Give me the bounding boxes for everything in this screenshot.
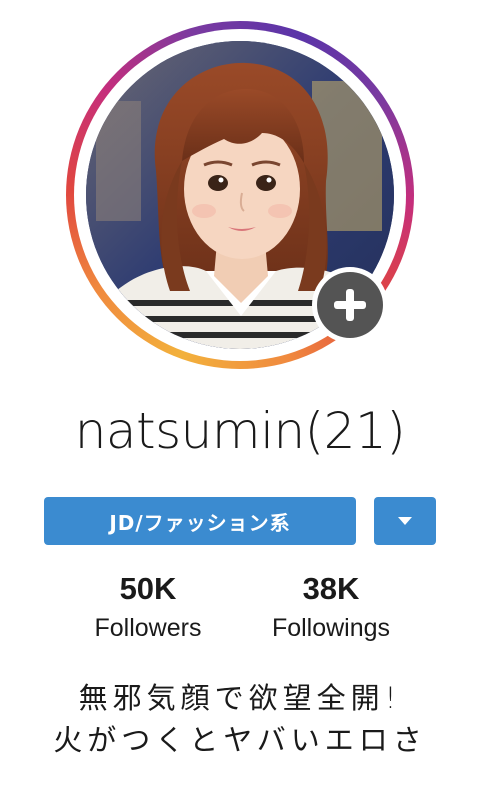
username: natsumin(21): [74, 402, 406, 460]
avatar[interactable]: [66, 21, 414, 369]
plus-icon: [334, 289, 366, 321]
followers-count: 50K: [119, 571, 177, 606]
dropdown-button[interactable]: [374, 497, 436, 545]
followings-label: Followings: [271, 614, 391, 643]
followings-stat[interactable]: 38K Followings: [241, 570, 421, 643]
followings-count: 38K: [302, 571, 360, 606]
category-button[interactable]: JD/ファッション系: [44, 497, 356, 545]
followers-label: Followers: [94, 614, 202, 643]
bio-line: 無邪気顔で欲望全開!: [78, 681, 402, 715]
followers-stat[interactable]: 50K Followers: [58, 570, 238, 643]
bio: 無邪気顔で欲望全開! 火がつくとヤバいエロさ: [0, 677, 480, 761]
chevron-down-icon: [398, 517, 412, 525]
add-story-button[interactable]: [312, 267, 388, 343]
bio-line: 火がつくとヤバいエロさ: [53, 723, 427, 757]
